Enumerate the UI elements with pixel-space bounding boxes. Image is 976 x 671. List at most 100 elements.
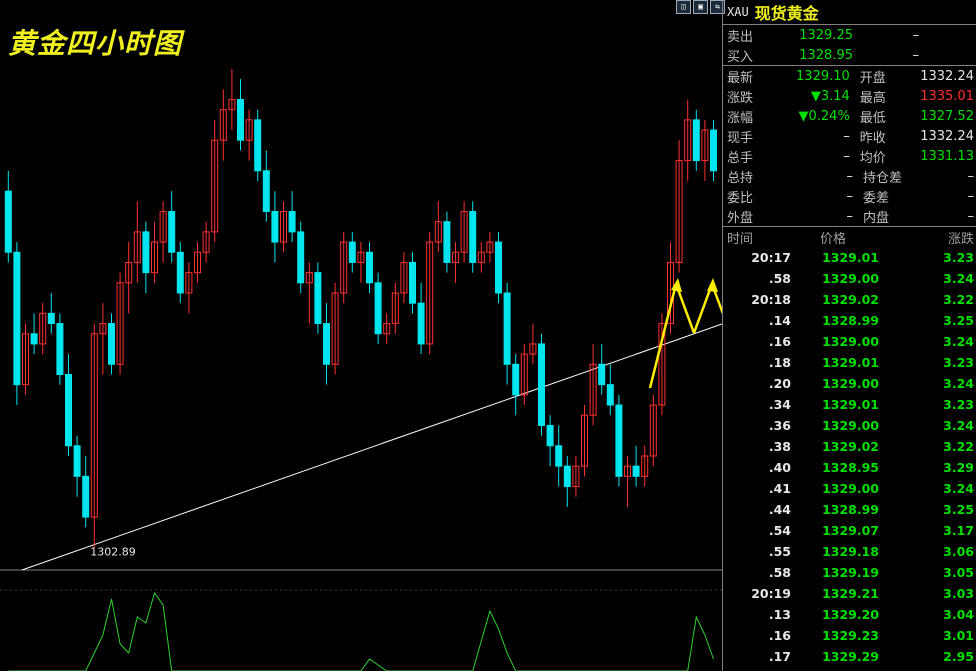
bid-volume: – <box>912 47 920 63</box>
tick-change: 2.95 <box>943 649 974 664</box>
candle-body <box>546 424 554 447</box>
tick-row: .18 1329.01 3.23 <box>723 352 976 373</box>
arrow-head-up <box>707 278 718 292</box>
tick-row: .16 1329.23 3.01 <box>723 625 976 646</box>
stat-value-left: – <box>843 148 850 164</box>
tick-price: 1329.01 <box>822 250 879 265</box>
view-button-1[interactable]: ◫ <box>676 0 691 14</box>
stat-value-right: – <box>967 208 975 224</box>
tick-time: .36 <box>768 418 791 433</box>
tick-row: .17 1329.29 2.95 <box>723 646 976 667</box>
bid-row: 买入 1328.95 – <box>723 45 976 65</box>
tick-time: .44 <box>768 502 791 517</box>
stat-value-left: – <box>846 208 854 224</box>
stat-label-right: 均价 <box>859 150 886 166</box>
tick-change: 3.24 <box>943 271 974 286</box>
candle-body <box>417 302 425 345</box>
tick-change: 3.22 <box>943 439 974 454</box>
stat-label-right: 内盘 <box>863 210 890 226</box>
candle-body <box>374 282 382 335</box>
tick-price: 1329.19 <box>822 565 879 580</box>
tick-price: 1328.99 <box>822 502 879 517</box>
tick-row: .34 1329.01 3.23 <box>723 394 976 415</box>
candle-body <box>615 404 623 477</box>
tick-change: 3.24 <box>943 418 974 433</box>
candle-body <box>254 119 262 172</box>
tick-row: .55 1329.18 3.06 <box>723 541 976 562</box>
quote-header: XAU 现货黄金 <box>723 0 976 25</box>
stat-row: 涨幅 ▼0.24% 最低 1327.52 <box>723 106 976 126</box>
stat-label-left: 总持 <box>727 170 754 186</box>
tick-price: 1329.00 <box>822 334 879 349</box>
ticks-header-price: 价格 <box>819 231 846 247</box>
view-button-2[interactable]: ▣ <box>693 0 708 14</box>
stat-label-right: 持仓差 <box>863 170 903 186</box>
candle-body <box>512 363 520 396</box>
candle-body <box>598 363 606 386</box>
candle-body <box>443 221 451 263</box>
tick-row: .40 1328.95 3.29 <box>723 457 976 478</box>
tick-time: .13 <box>768 607 791 622</box>
tick-time: 20:18 <box>751 292 791 307</box>
candle-body <box>65 373 72 447</box>
candle-body <box>73 445 81 477</box>
tick-row: 20:17 1329.01 3.23 <box>723 247 976 268</box>
stat-value-left: 1329.10 <box>796 68 850 84</box>
tick-time: .38 <box>768 439 791 454</box>
tick-time: .16 <box>768 628 791 643</box>
tick-change: 3.24 <box>943 481 974 496</box>
tick-time: .20 <box>768 376 791 391</box>
stat-row: 现手 – 昨收 1332.24 <box>723 126 976 146</box>
tick-time: .41 <box>768 481 791 496</box>
stat-value-right: – <box>967 168 975 184</box>
candle-body <box>538 343 545 426</box>
tick-price: 1329.20 <box>822 607 879 622</box>
tick-price: 1329.29 <box>822 649 879 664</box>
ask-volume: – <box>912 27 920 43</box>
stat-value-right: 1331.13 <box>920 148 974 164</box>
candle-body <box>503 292 511 365</box>
stat-label-left: 涨幅 <box>727 110 754 126</box>
tick-price: 1329.00 <box>822 481 879 496</box>
tick-change: 3.03 <box>943 586 974 601</box>
candle-body <box>168 211 176 253</box>
candle-body <box>555 445 563 467</box>
tick-change: 3.23 <box>943 397 974 412</box>
tick-price: 1328.95 <box>822 460 879 475</box>
candle-body <box>366 251 373 284</box>
ticks-header-change: 涨跌 <box>947 231 974 247</box>
tick-list[interactable]: 20:17 1329.01 3.23 .58 1329.00 3.24 20:18 1329.… <box>723 247 976 667</box>
tick-change: 3.06 <box>943 544 974 559</box>
stat-label-left: 外盘 <box>727 210 754 226</box>
stat-value-left: ▼3.14 <box>810 88 850 104</box>
candlestick-chart[interactable]: 1302.89 <box>0 0 722 671</box>
candle-body <box>632 465 640 477</box>
tick-price: 1329.02 <box>822 292 879 307</box>
chart-area[interactable]: 1302.89 黄金四小时图 ◫ ▣ ⇆ <box>0 0 725 671</box>
tick-row: .41 1329.00 3.24 <box>723 478 976 499</box>
tick-row: .14 1328.99 3.25 <box>723 310 976 331</box>
tick-time: .14 <box>768 313 791 328</box>
tick-price: 1329.07 <box>822 523 879 538</box>
quote-panel: XAU 现货黄金 卖出 1329.25 – 买入 1328.95 – 最新 132… <box>722 0 976 671</box>
stat-value-left: – <box>846 188 854 204</box>
bid-price: 1328.95 <box>799 47 853 63</box>
symbol-code: XAU <box>727 5 749 19</box>
tick-change: 3.22 <box>943 292 974 307</box>
projection-arrow <box>692 283 714 334</box>
tick-time: 20:17 <box>751 250 791 265</box>
stat-label-left: 涨跌 <box>727 90 754 106</box>
candle-body <box>495 241 502 294</box>
tick-price: 1329.02 <box>822 439 879 454</box>
stat-row: 总手 – 均价 1331.13 <box>723 146 976 166</box>
tick-row: 20:19 1329.21 3.03 <box>723 583 976 604</box>
indicator-line <box>8 591 714 671</box>
tick-change: 3.05 <box>943 565 974 580</box>
tick-time: .18 <box>768 355 791 370</box>
candle-body <box>237 98 244 141</box>
stat-label-left: 现手 <box>727 130 754 146</box>
candle-body <box>142 231 150 274</box>
tick-change: 3.17 <box>943 523 974 538</box>
stat-label-right: 最高 <box>859 90 886 106</box>
tick-time: .17 <box>768 649 791 664</box>
